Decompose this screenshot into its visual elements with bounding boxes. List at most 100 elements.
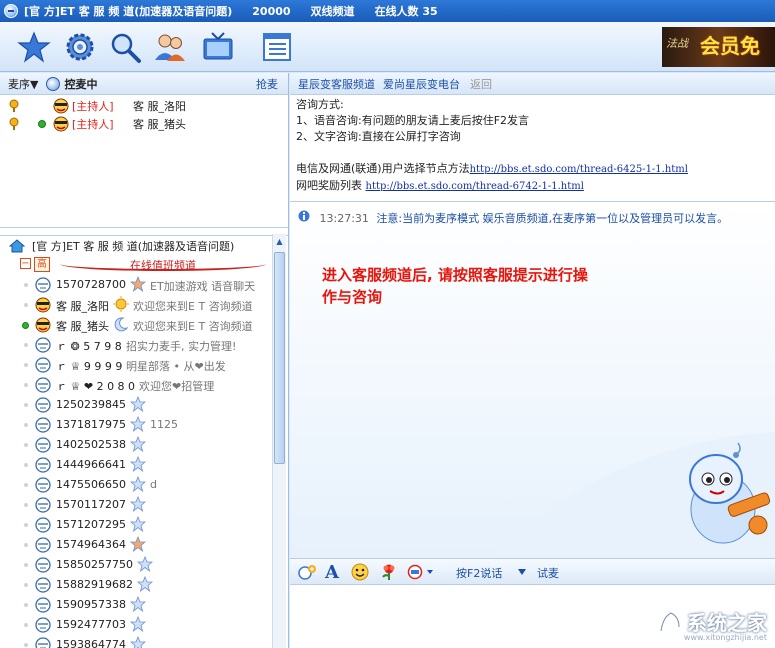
user-avatar-icon: [34, 477, 52, 496]
star-badge-icon: [136, 555, 154, 575]
tv-icon[interactable]: [200, 29, 236, 65]
user-avatar-icon: [34, 557, 52, 576]
user-row[interactable]: 1590957338: [0, 595, 272, 615]
user-row[interactable]: 客 服_猪头 欢迎您来到E T 咨询频道: [0, 315, 272, 335]
home-icon: [9, 238, 25, 252]
scroll-up-icon[interactable]: ▲: [274, 235, 285, 249]
channel-mode: 双线频道: [310, 5, 355, 18]
back-link[interactable]: 返回: [470, 76, 492, 92]
left-panel: 麦序▼ 控麦中 抢麦 [主持人] 客 服_洛阳 [主持人] 客 服_猪头 [官 …: [0, 73, 289, 648]
star-badge-icon: [129, 435, 147, 455]
mic-queue-header: 麦序▼ 控麦中 抢麦: [0, 73, 288, 95]
tree-scrollbar[interactable]: ▲: [272, 234, 286, 648]
group-row[interactable]: − 高 在线值班频道: [0, 255, 272, 275]
star-badge-icon: [129, 475, 147, 495]
user-avatar-icon: [34, 617, 52, 636]
user-row[interactable]: 1592477703: [0, 615, 272, 635]
user-row[interactable]: 1444966641: [0, 455, 272, 475]
queue-row[interactable]: [主持人] 客 服_洛阳: [0, 97, 288, 115]
user-row[interactable]: ｒ ♕ 9 9 9 9 明星部落 • 从❤出发: [0, 355, 272, 375]
user-avatar-icon: [34, 497, 52, 516]
online-status-icon: [24, 603, 28, 607]
star-icon[interactable]: [16, 29, 52, 65]
online-status-icon: [24, 483, 28, 487]
user-signature: ET加速游戏 语音聊天: [150, 280, 256, 293]
user-name: 15882919682: [56, 578, 133, 591]
user-row[interactable]: 1475506650 d: [0, 475, 272, 495]
user-name: 1570117207: [56, 498, 126, 511]
message-input[interactable]: 系统之家 www.xitongzhijia.net: [290, 585, 775, 648]
tab-service-channel[interactable]: 星辰变客服频道: [298, 76, 375, 92]
user-row[interactable]: 1571207295: [0, 515, 272, 535]
host-avatar-icon: [34, 297, 52, 316]
online-status-icon: [24, 443, 28, 447]
user-name: ｒ ♕ 9 9 9 9: [56, 360, 123, 373]
collapse-icon[interactable]: −: [20, 258, 31, 269]
user-avatar-icon: [34, 397, 52, 416]
sun-badge-icon: [113, 296, 129, 315]
user-row[interactable]: 15850257750: [0, 555, 272, 575]
notice-line: 电信及网通(联通)用户选择节点方法: [296, 162, 470, 175]
user-row[interactable]: ｒ ♕ ❤ 2 0 8 0 欢迎您❤招管理: [0, 375, 272, 395]
f2-talk-button[interactable]: 按F2说话: [456, 565, 502, 581]
banner-label: 会员免: [700, 34, 760, 58]
user-avatar-icon: [34, 537, 52, 556]
emoticon-icon[interactable]: [350, 563, 370, 581]
user-name: 1444966641: [56, 458, 126, 471]
mic-queue-dropdown[interactable]: 麦序▼: [8, 76, 38, 92]
queue-row[interactable]: [主持人] 客 服_猪头: [0, 115, 288, 133]
online-status-icon: [38, 120, 46, 128]
notice-line: 2、文字咨询:直接在公屏打字咨询: [296, 130, 461, 143]
user-avatar-icon: [34, 417, 52, 436]
user-row[interactable]: 1250239845: [0, 395, 272, 415]
star-badge-icon: [129, 415, 147, 435]
host-role: [主持人]: [72, 100, 114, 113]
vip-banner[interactable]: 法战 会员免: [662, 27, 775, 67]
search-icon[interactable]: [107, 29, 143, 65]
channel-tree-header[interactable]: [官 方]ET 客 服 频 道(加速器及语音问题): [0, 235, 288, 255]
star-badge-icon: [129, 275, 147, 295]
flower-icon[interactable]: [378, 563, 400, 581]
group-title: 在线值班频道: [60, 257, 266, 272]
online-status-icon: [24, 543, 28, 547]
online-status-icon: [24, 583, 28, 587]
user-avatar-icon: [34, 457, 52, 476]
system-message: 13:27:31 注意:当前为麦序模式 娱乐音质频道,在麦序第一位以及管理员可以…: [298, 210, 728, 226]
node-guide-link[interactable]: http://bbs.et.sdo.com/thread-6425-1-1.ht…: [470, 164, 688, 175]
group-icon: 高: [34, 257, 50, 272]
test-mic-button[interactable]: 试麦: [537, 565, 559, 581]
channel-tree-title: [官 方]ET 客 服 频 道(加速器及语音问题): [32, 239, 235, 253]
user-row[interactable]: ｒ ❂ 5 7 9 8 招实力麦手, 实力管理!: [0, 335, 272, 355]
user-row[interactable]: 1371817975 1125: [0, 415, 272, 435]
grab-mic-button[interactable]: 抢麦: [256, 76, 278, 92]
settings-icon[interactable]: [62, 29, 98, 65]
user-signature: 1125: [150, 418, 178, 431]
user-row[interactable]: 1570117207: [0, 495, 272, 515]
user-row[interactable]: 1574964364: [0, 535, 272, 555]
dropdown-arrow-icon[interactable]: [518, 569, 526, 575]
user-row[interactable]: 15882919682: [0, 575, 272, 595]
mic-rank-icon: [9, 99, 19, 112]
friends-icon[interactable]: [152, 29, 188, 65]
user-row[interactable]: 客 服_洛阳 欢迎您来到E T 咨询频道: [0, 295, 272, 315]
screenshot-menu-icon[interactable]: [406, 563, 436, 581]
tab-radio-channel[interactable]: 爱尚星辰变电台: [383, 76, 460, 92]
user-row[interactable]: 1402502538: [0, 435, 272, 455]
list-icon[interactable]: [259, 29, 295, 65]
user-name: 客 服_洛阳: [56, 300, 109, 313]
user-avatar-icon: [34, 517, 52, 536]
star-badge-icon: [129, 615, 147, 635]
add-emoticon-icon[interactable]: [296, 563, 318, 581]
star-badge-icon: [129, 395, 147, 415]
user-signature: 招实力麦手, 实力管理!: [126, 340, 237, 353]
user-avatar-icon: [34, 637, 52, 648]
user-avatar-icon: [34, 597, 52, 616]
online-status-icon: [24, 343, 28, 347]
scroll-thumb[interactable]: [274, 252, 285, 464]
user-row[interactable]: 1593864774: [0, 635, 272, 648]
user-row[interactable]: 1570728700 ET加速游戏 语音聊天: [0, 275, 272, 295]
reward-list-link[interactable]: http://bbs.et.sdo.com/thread-6742-1-1.ht…: [366, 181, 584, 192]
user-name: 1592477703: [56, 618, 126, 631]
font-icon[interactable]: A: [322, 562, 342, 583]
app-icon[interactable]: [4, 4, 18, 18]
